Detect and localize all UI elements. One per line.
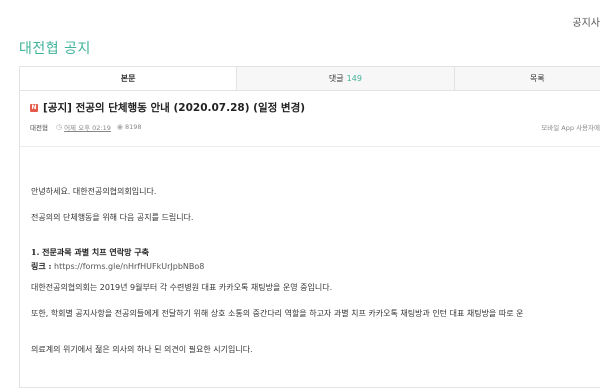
- header-divider: [20, 146, 600, 147]
- tab-body[interactable]: 본문: [20, 67, 238, 90]
- paragraph-2: 또한, 학회별 공지사항을 전공의들에게 전달하기 위해 상호 소통의 중간다리…: [31, 309, 524, 318]
- form-link[interactable]: https://forms.gle/nHrfHUFkUrJpbNBo8: [54, 262, 204, 271]
- post-author[interactable]: 대전협: [30, 122, 48, 132]
- post-panel: 본문 댓글 149 목록 N [공지] 전공의 단체행동 안내 (2020.07…: [19, 66, 600, 388]
- tab-list[interactable]: 목록: [454, 67, 600, 90]
- post-header: N [공지] 전공의 단체행동 안내 (2020.07.28) (일정 변경) …: [30, 100, 600, 132]
- eye-icon: ◉: [116, 123, 123, 131]
- greeting-text: 안녕하세요. 대한전공의협의회입니다.: [31, 187, 157, 196]
- tab-comments[interactable]: 댓글 149: [237, 67, 455, 90]
- clock-icon: ◷: [55, 123, 63, 131]
- tab-list-label: 목록: [529, 74, 545, 83]
- tab-body-label: 본문: [120, 74, 136, 83]
- tab-comments-label: 댓글: [328, 74, 344, 83]
- intro-text: 전공의의 단체행동을 위해 다음 공지를 드립니다.: [31, 213, 194, 222]
- post-tabs: 본문 댓글 149 목록: [20, 67, 600, 91]
- section-1-title: 1. 전문과목 과별 치프 연락망 구축: [31, 247, 149, 257]
- post-title-row: N [공지] 전공의 단체행동 안내 (2020.07.28) (일정 변경): [30, 100, 600, 115]
- view-count: 8198: [124, 123, 142, 131]
- paragraph-1: 대한전공의협의회는 2019년 9월부터 각 수련병원 대표 카카오톡 채팅방을…: [31, 283, 333, 292]
- link-line: 링크 : https://forms.gle/nHrfHUFkUrJpbNBo8: [31, 261, 204, 272]
- new-badge: N: [30, 103, 38, 112]
- post-date: 어제 오후 02:19: [64, 124, 111, 132]
- post-title: [공지] 전공의 단체행동 안내 (2020.07.28) (일정 변경): [43, 102, 306, 114]
- post-meta: 대전협 ◷ 어제 오후 02:19 ◉ 8198 모바일 App 사용자에게는 …: [30, 122, 600, 132]
- top-notice-link[interactable]: 공지사: [572, 14, 600, 29]
- paragraph-3: 의료계의 위기에서 젊은 의사의 하나 된 의견이 필요한 시기입니다.: [31, 345, 253, 354]
- mobile-app-note: 모바일 App 사용자에게는 알: [541, 124, 600, 132]
- comment-count: 149: [346, 74, 362, 83]
- link-label: 링크 :: [31, 261, 52, 271]
- board-title[interactable]: 대전협 공지: [19, 38, 91, 58]
